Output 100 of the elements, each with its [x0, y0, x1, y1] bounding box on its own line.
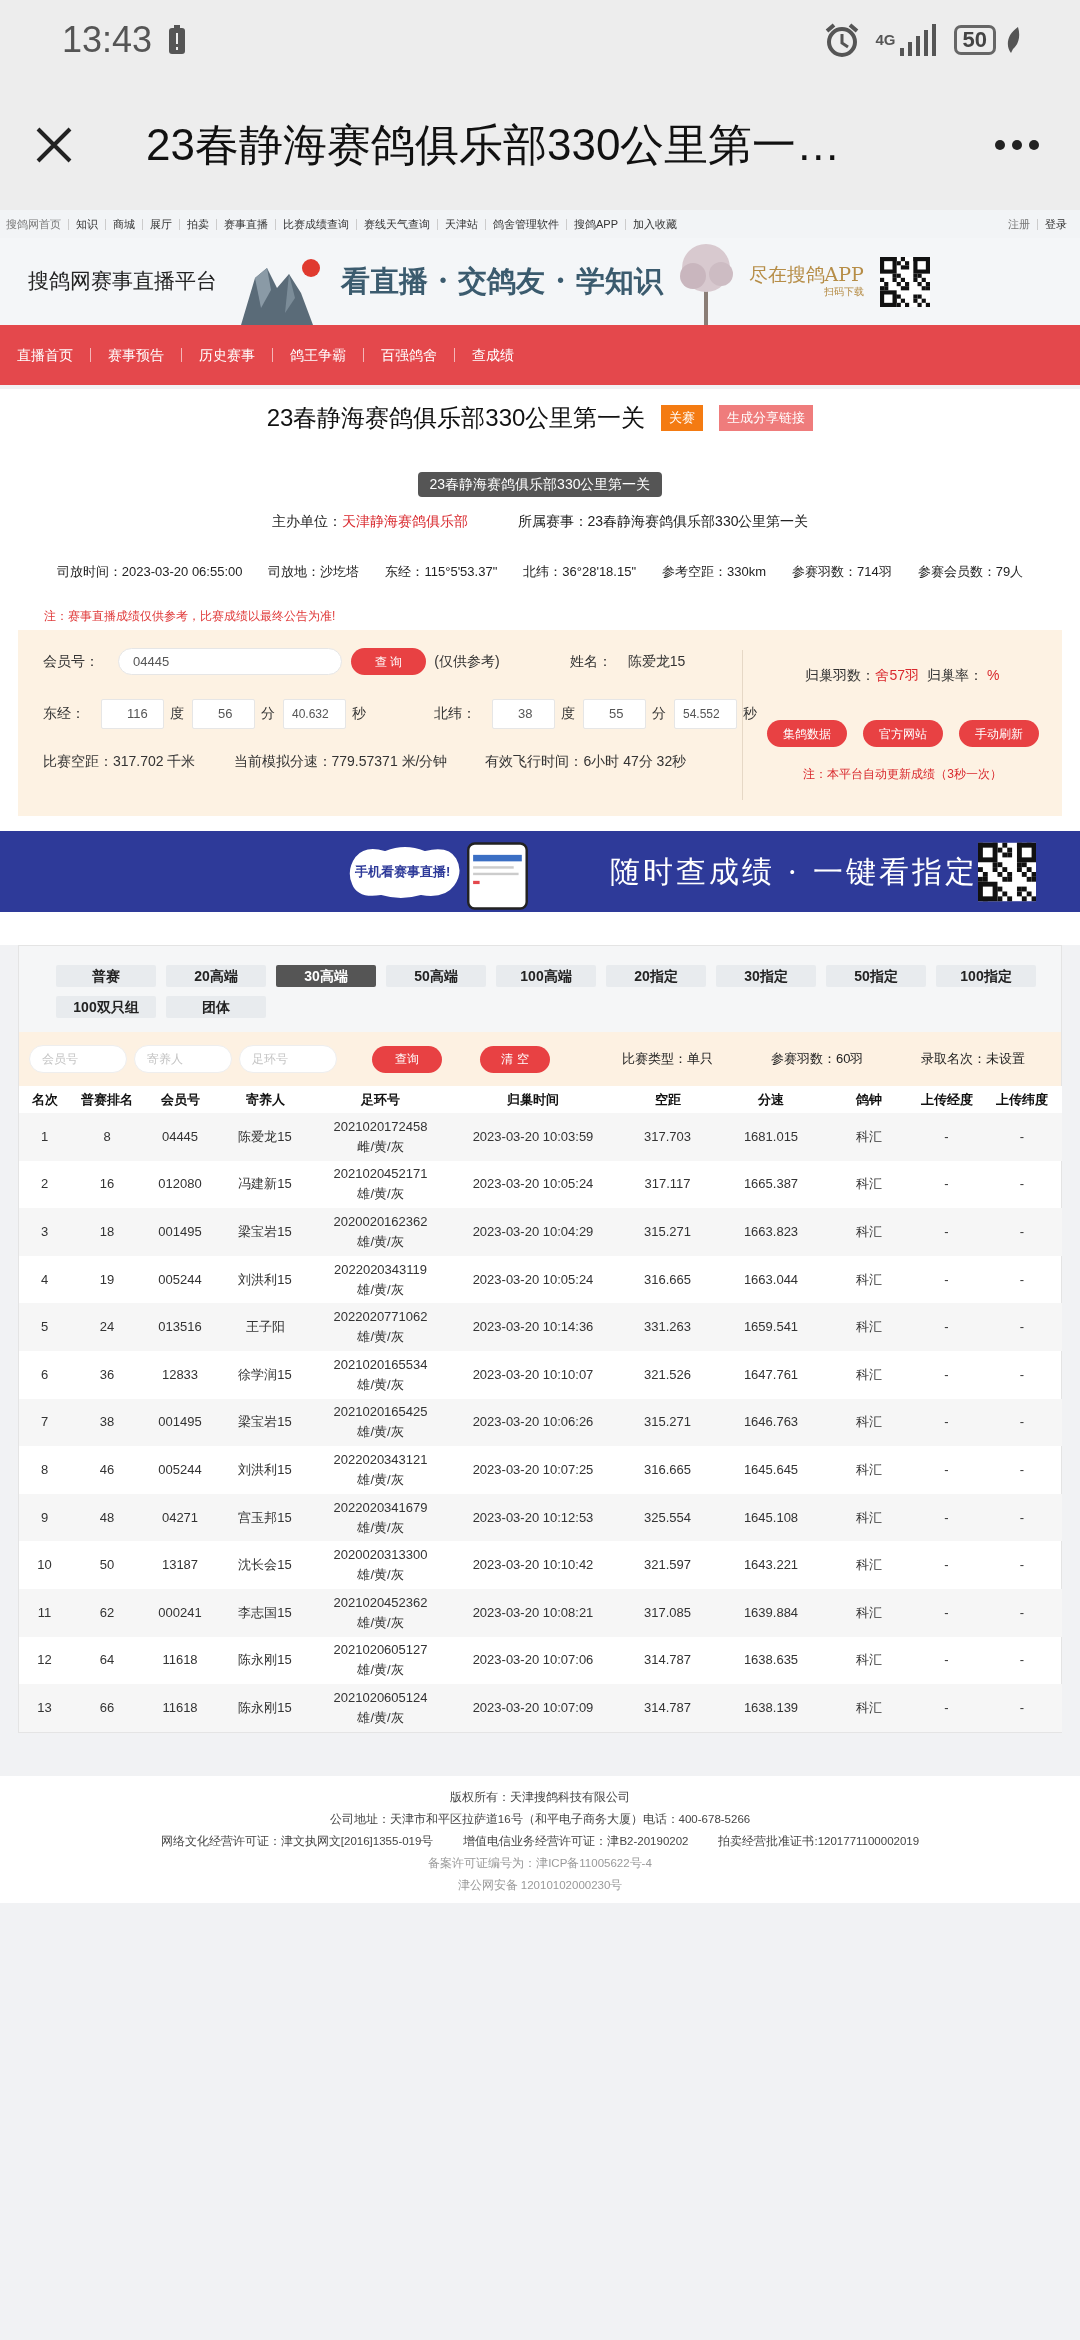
table-cell: 李志国15	[216, 1588, 314, 1637]
filter-input[interactable]: 寄养人	[134, 1045, 232, 1073]
table-cell: 梁宝岩15	[216, 1208, 314, 1256]
table-cell: 1645.108	[716, 1493, 826, 1542]
table-cell: 36	[70, 1350, 144, 1399]
unit-label: 秒	[743, 704, 757, 723]
race-fact: 司放地：沙圪塔	[268, 563, 360, 581]
top-link[interactable]: 赛事直播	[216, 218, 275, 230]
nav-link[interactable]: 赛事预告	[90, 348, 181, 362]
top-link[interactable]: 搜鸽网首页	[6, 218, 68, 230]
coordinate-input[interactable]: 40.632	[283, 698, 346, 729]
category-tab[interactable]: 普赛	[56, 965, 156, 987]
table-cell: 316.665	[619, 1446, 716, 1494]
category-tab[interactable]: 50高端	[386, 965, 486, 987]
category-tab[interactable]: 100高端	[496, 965, 596, 987]
filter-button[interactable]: 查询	[372, 1045, 442, 1073]
top-link[interactable]: 知识	[68, 218, 105, 230]
auto-update-note: 注：本平台自动更新成绩（3秒一次）	[802, 766, 1003, 783]
action-button[interactable]: 集鸽数据	[766, 720, 847, 747]
category-tab[interactable]: 20指定	[606, 965, 706, 987]
top-link[interactable]: 搜鸽APP	[566, 218, 625, 230]
nav-link[interactable]: 直播首页	[0, 348, 90, 362]
stat-text: 比赛空距：317.702 千米	[43, 752, 196, 771]
hint-text: (仅供参考)	[434, 652, 500, 671]
table-cell: 梁宝岩15	[216, 1398, 314, 1447]
nav-link[interactable]: 历史赛事	[181, 348, 272, 362]
top-link[interactable]: 鸽舍管理软件	[485, 218, 566, 230]
table-cell: 2020020313300 雄/黄/灰	[314, 1541, 447, 1589]
race-fact: 参赛羽数：714羽	[792, 563, 892, 581]
category-tab[interactable]: 100指定	[936, 965, 1036, 987]
nav-link[interactable]: 查成绩	[454, 348, 531, 362]
table-cell: 2022020341679 雄/黄/灰	[314, 1493, 447, 1542]
filter-button[interactable]: 清 空	[480, 1045, 550, 1073]
table-cell: 2	[19, 1160, 70, 1209]
table-cell: 沈长会15	[216, 1541, 314, 1589]
search-button[interactable]: 查 询	[351, 648, 427, 675]
top-link[interactable]: 商城	[105, 218, 142, 230]
top-link[interactable]: 加入收藏	[625, 218, 684, 230]
top-link[interactable]: 展厅	[142, 218, 179, 230]
action-button[interactable]: 官方网站	[862, 720, 943, 747]
coordinate-input[interactable]: 55	[583, 698, 646, 729]
footer-text: 公司地址：天津市和平区拉萨道16号（和平电子商务大厦）电话：400-678-5266	[329, 1811, 751, 1827]
filter-info: 比赛类型：单只	[622, 1050, 713, 1069]
category-tab[interactable]: 团体	[166, 996, 266, 1018]
category-tab[interactable]: 30高端	[276, 965, 376, 987]
table-cell: -	[911, 1636, 982, 1685]
member-input[interactable]: 04445	[118, 648, 342, 675]
table-cell: 66	[70, 1684, 144, 1732]
table-cell: 科汇	[826, 1113, 911, 1161]
page-title: 23春静海赛鸽俱乐部330公里第一…	[146, 119, 842, 171]
table-cell: 陈永刚15	[216, 1684, 314, 1732]
category-tab[interactable]: 100双只组	[56, 996, 156, 1018]
category-tab[interactable]: 30指定	[716, 965, 816, 987]
table-cell: 科汇	[826, 1541, 911, 1589]
table-cell: -	[982, 1541, 1062, 1589]
coordinate-input[interactable]: 54.552	[674, 698, 737, 729]
top-link[interactable]: 赛线天气查询	[356, 218, 437, 230]
table-cell: 科汇	[826, 1636, 911, 1685]
top-link[interactable]: 比赛成绩查询	[275, 218, 356, 230]
column-header: 上传纬度	[982, 1086, 1062, 1113]
table-cell: 04271	[144, 1493, 216, 1542]
category-tab[interactable]: 20高端	[166, 965, 266, 987]
coordinate-input[interactable]: 38	[492, 698, 555, 729]
table-cell: 11618	[144, 1636, 216, 1685]
table-cell: 04445	[144, 1113, 216, 1161]
action-button[interactable]: 手动刷新	[958, 720, 1039, 747]
top-link[interactable]: 注册	[1008, 218, 1037, 230]
top-link[interactable]: 拍卖	[179, 218, 216, 230]
table-cell: 1646.763	[716, 1398, 826, 1447]
close-icon	[34, 125, 74, 165]
stat-text: 有效飞行时间：6小时 47分 32秒	[485, 752, 687, 771]
top-link[interactable]: 天津站	[437, 218, 485, 230]
nav-link[interactable]: 百强鸽舍	[363, 348, 454, 362]
table-cell: 科汇	[826, 1446, 911, 1494]
table-cell: -	[982, 1113, 1062, 1161]
table-cell: 11	[19, 1588, 70, 1637]
top-link[interactable]: 登录	[1037, 218, 1074, 230]
nav-link[interactable]: 鸽王争霸	[272, 348, 363, 362]
table-cell: 2023-03-20 10:14:36	[447, 1303, 619, 1351]
coordinate-input[interactable]: 116	[101, 698, 164, 729]
table-cell: 刘洪利15	[216, 1255, 314, 1304]
table-cell: -	[982, 1350, 1062, 1399]
table-cell: 317.117	[619, 1160, 716, 1209]
table-cell: 2023-03-20 10:04:29	[447, 1208, 619, 1256]
table-cell: 2023-03-20 10:10:42	[447, 1541, 619, 1589]
table-cell: 9	[19, 1493, 70, 1542]
coordinate-input[interactable]: 56	[192, 698, 255, 729]
scan-hint: 扫码下载	[823, 285, 864, 300]
race-name-pill: 23春静海赛鸽俱乐部330公里第一关	[417, 472, 663, 497]
more-icon	[994, 139, 1040, 151]
footer-text: 版权所有：天津搜鸽科技有限公司	[450, 1789, 630, 1805]
table-cell: -	[911, 1398, 982, 1447]
category-tab[interactable]: 50指定	[826, 965, 926, 987]
banner-slogan: 看直播 · 交鸽友 · 学知识	[341, 262, 663, 300]
table-cell: 001495	[144, 1398, 216, 1447]
table-cell: 1647.761	[716, 1350, 826, 1399]
platform-name: 搜鸽网赛事直播平台	[28, 267, 217, 295]
table-cell: 001495	[144, 1208, 216, 1256]
table-cell: 12	[19, 1636, 70, 1685]
filter-info: 录取名次：未设置	[921, 1050, 1026, 1069]
